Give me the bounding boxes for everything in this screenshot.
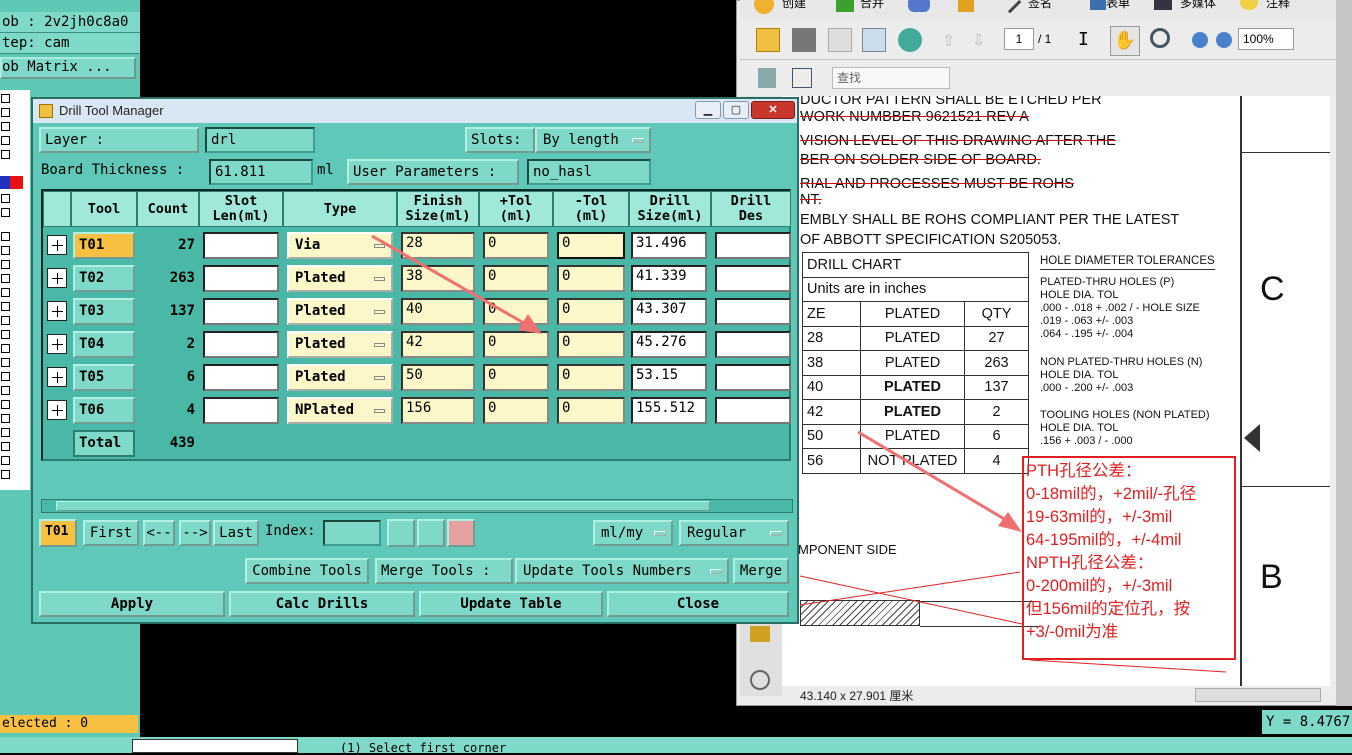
annotation-arrowhead (518, 314, 542, 334)
annotation-arrow-line (371, 234, 537, 332)
annotation-arrow-overlay (371, 234, 542, 334)
